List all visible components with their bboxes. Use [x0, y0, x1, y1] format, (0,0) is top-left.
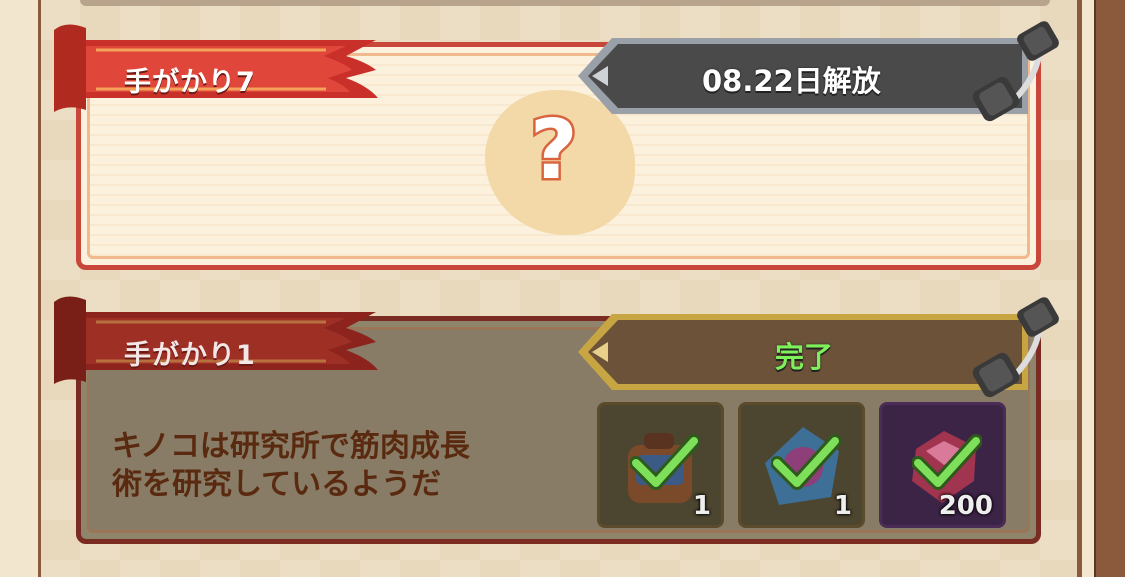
unlock-date-label: 08.22日解放	[702, 64, 881, 98]
reward-slot[interactable]: 1	[597, 402, 724, 528]
clue-description-line: キノコは研究所で筋肉成長	[112, 429, 470, 464]
check-icon	[912, 434, 982, 490]
dumbbell-icon	[972, 297, 1059, 398]
left-frame-border	[0, 0, 41, 577]
previous-card-edge	[80, 0, 1050, 6]
check-icon	[771, 434, 841, 490]
reward-count: 1	[833, 491, 852, 521]
check-icon	[630, 434, 700, 490]
question-mark-icon: ?	[528, 103, 581, 198]
reward-slot[interactable]: 200	[879, 402, 1006, 528]
reward-count: 200	[938, 491, 993, 521]
clue-description: キノコは研究所で筋肉成長 術を研究しているようだ	[112, 428, 572, 504]
dumbbell-icon	[972, 21, 1059, 122]
clue-description-line: 術を研究しているようだ	[112, 467, 442, 502]
clue-title-locked: 手がかり7	[124, 67, 256, 98]
reward-count: 1	[692, 491, 711, 521]
completed-status-label: 完了	[775, 340, 834, 374]
clue-title-completed: 手がかり1	[124, 340, 256, 371]
right-frame-border	[1077, 0, 1125, 577]
reward-slot[interactable]: 1	[738, 402, 865, 528]
